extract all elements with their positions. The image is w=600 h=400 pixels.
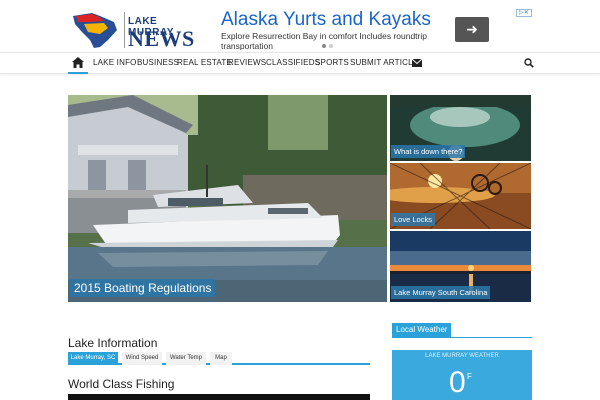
site-logo[interactable]: LAKE MURRAY NEWS (70, 10, 195, 51)
nav-item-reviews[interactable]: REVIEWS (228, 58, 266, 67)
tab-lake-murray[interactable]: Lake Murray, SC (68, 352, 118, 365)
featured-thumb-story[interactable]: Love Locks (390, 163, 531, 229)
tab-map[interactable]: Map (210, 352, 232, 365)
adchoices-icon[interactable]: ▷✕ (516, 9, 532, 17)
main-nav: LAKE INFO BUSINESS REAL ESTATE REVIEWS C… (0, 52, 600, 74)
featured-main-caption[interactable]: 2015 Boating Regulations (70, 279, 216, 297)
tab-water-temp[interactable]: Water Temp (166, 352, 206, 365)
search-icon[interactable] (524, 58, 534, 68)
weather-widget-title: LAKE MURRAY WEATHER (425, 353, 499, 359)
envelope-icon[interactable] (412, 59, 422, 67)
featured-thumb-caption[interactable]: Lake Murray South Carolina (391, 286, 491, 299)
logo-divider (124, 12, 125, 48)
nav-item-sports[interactable]: SPORTS (315, 58, 349, 67)
south-carolina-map-icon (73, 13, 117, 48)
nav-home[interactable] (68, 53, 88, 74)
weather-widget[interactable]: LAKE MURRAY WEATHER 0 F (392, 350, 532, 400)
home-icon (72, 57, 84, 68)
section-underline (392, 337, 532, 338)
local-weather-title: Local Weather (392, 323, 452, 337)
lake-info-tabs: Lake Murray, SC Wind Speed Water Temp Ma… (68, 351, 370, 365)
featured-thumb-caption[interactable]: What is down there? (391, 145, 466, 158)
ad-title[interactable]: Alaska Yurts and Kayaks (221, 9, 431, 31)
featured-main-story[interactable]: 2015 Boating Regulations (68, 95, 387, 302)
nav-item-business[interactable]: BUSINESS (137, 58, 179, 67)
weather-unit: F (467, 372, 472, 381)
nav-item-submit-article[interactable]: SUBMIT ARTICLE (350, 58, 418, 67)
lake-info-title: Lake Information (68, 336, 158, 350)
video-embed[interactable] (68, 394, 370, 400)
ad-pagination (322, 44, 333, 48)
ad-dot[interactable] (329, 44, 333, 48)
boat-photo (68, 95, 387, 302)
nav-item-lake-info[interactable]: LAKE INFO (93, 58, 137, 67)
featured-thumb-story[interactable]: What is down there? (390, 95, 531, 161)
ad-dot-active[interactable] (322, 44, 326, 48)
logo-line2: NEWS (128, 26, 195, 51)
nav-item-real-estate[interactable]: REAL ESTATE (177, 58, 232, 67)
fishing-title: World Class Fishing (68, 377, 175, 391)
weather-temperature: 0 (449, 366, 466, 399)
ad-arrow-button[interactable]: ➜ (455, 17, 489, 42)
site-header: LAKE MURRAY NEWS Alaska Yurts and Kayaks… (0, 0, 600, 52)
tab-wind-speed[interactable]: Wind Speed (122, 352, 162, 365)
featured-thumb-caption[interactable]: Love Locks (391, 213, 435, 226)
nav-item-classifieds[interactable]: CLASSIFIEDS (266, 58, 320, 67)
featured-grid: 2015 Boating Regulations What is down th… (68, 95, 531, 302)
featured-thumb-story[interactable]: Lake Murray South Carolina (390, 231, 531, 302)
ad-banner[interactable]: Alaska Yurts and Kayaks Explore Resurrec… (214, 8, 534, 50)
